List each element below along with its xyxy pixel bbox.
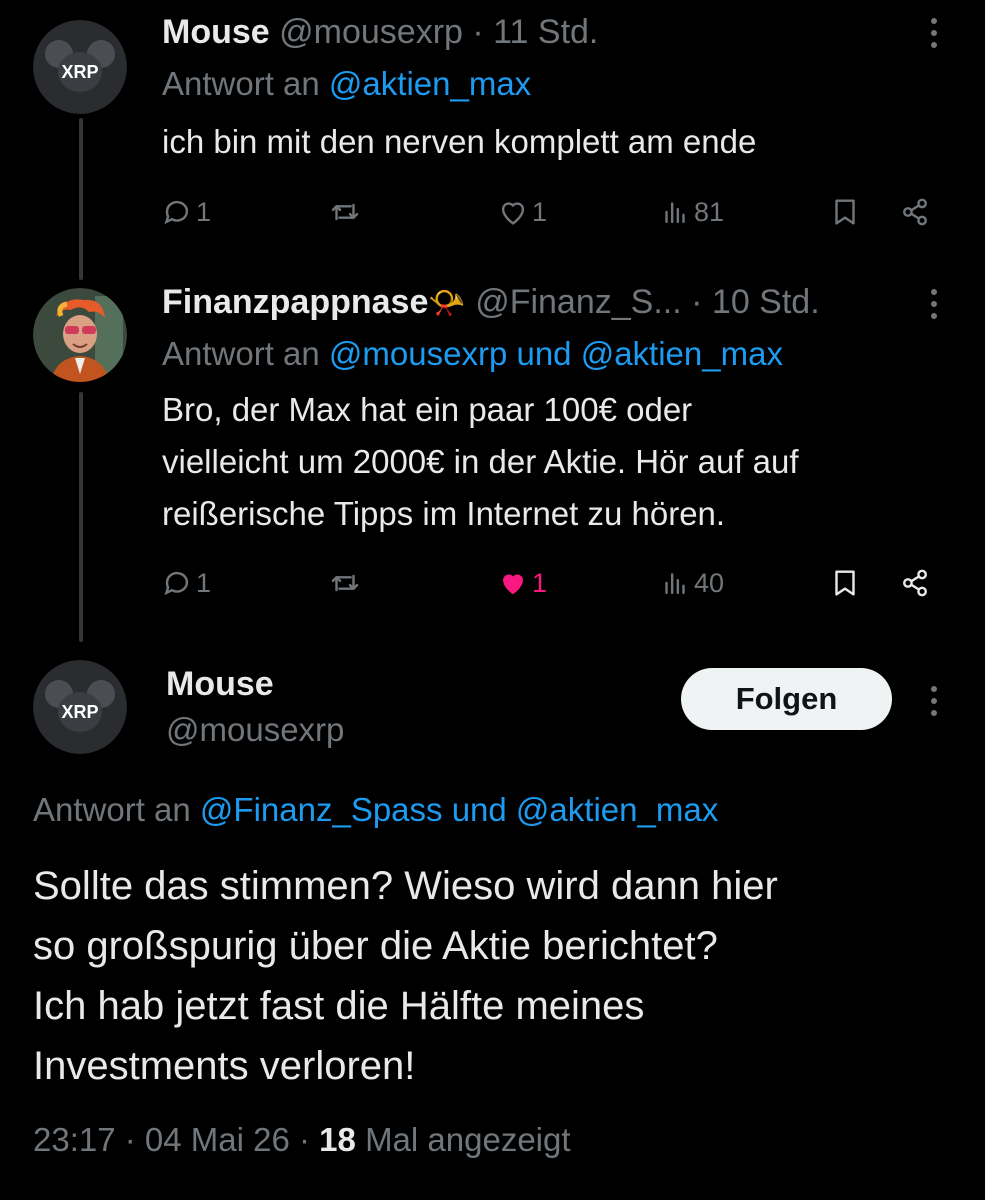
share-icon <box>903 198 927 226</box>
bookmark-icon <box>835 570 855 596</box>
display-name[interactable]: Finanzpappnase <box>162 283 428 321</box>
reply-mention[interactable]: @aktien_max <box>329 65 531 102</box>
horn-emoji-icon: 📯 <box>428 287 466 320</box>
follow-button[interactable]: Folgen <box>681 668 892 730</box>
avatar[interactable]: XRP <box>33 660 127 754</box>
views-icon <box>665 573 685 595</box>
thread-line <box>79 118 83 280</box>
reply-count: 1 <box>196 567 212 598</box>
user-handle[interactable]: @mousexrp <box>166 710 344 750</box>
like-count: 1 <box>532 196 548 227</box>
more-options-icon[interactable] <box>928 18 940 48</box>
views-label: Mal angezeigt <box>365 1121 571 1158</box>
display-name[interactable]: Mouse <box>166 664 274 704</box>
tweet-text-line: vielleicht um 2000€ in der Aktie. Hör au… <box>162 443 799 480</box>
more-options-icon[interactable] <box>928 686 940 716</box>
reply-button[interactable]: 1 <box>160 561 211 605</box>
views-count: 40 <box>694 567 725 598</box>
timestamp[interactable]: 23:17 · 04 Mai 26 · <box>33 1121 310 1158</box>
tweet-time[interactable]: · 10 Std. <box>691 283 820 321</box>
views-button[interactable]: 40 <box>658 561 724 605</box>
tweet-text-line: Investments verloren! <box>33 1044 416 1088</box>
reply-icon <box>164 571 189 596</box>
heart-icon <box>501 202 525 225</box>
views-count: 18 <box>319 1121 356 1158</box>
reply-context: Antwort an @Finanz_Spass und @aktien_max <box>33 790 718 830</box>
display-name[interactable]: Mouse <box>162 13 270 51</box>
tweet-header: Finanzpappnase📯 @Finanz_S... · 10 Std. <box>162 282 820 324</box>
share-button[interactable] <box>898 190 932 234</box>
avatar[interactable] <box>33 288 127 382</box>
repost-icon <box>331 203 359 221</box>
views-icon <box>665 202 685 224</box>
like-button[interactable]: 1 <box>496 561 547 605</box>
reply-button[interactable]: 1 <box>160 190 211 234</box>
tweet-text-line: so großspurig über die Aktie berichtet? <box>33 924 718 968</box>
reply-icon <box>164 200 189 225</box>
svg-text:XRP: XRP <box>61 62 98 82</box>
tweet-text-line: Ich hab jetzt fast die Hälfte meines <box>33 984 645 1028</box>
reply-mention[interactable]: @mousexrp und @aktien_max <box>329 335 783 372</box>
svg-text:XRP: XRP <box>61 702 98 722</box>
tweet-time[interactable]: · 11 Std. <box>472 13 598 51</box>
bookmark-icon <box>835 199 855 225</box>
action-bar: 1 1 40 <box>160 561 940 605</box>
tweet-text: ich bin mit den nerven komplett am ende <box>162 123 757 160</box>
heart-filled-icon <box>503 574 523 595</box>
reply-context: Antwort an @mousexrp und @aktien_max <box>162 334 783 374</box>
tweet-text: Bro, der Max hat ein paar 100€ oder viel… <box>162 384 799 540</box>
reply-prefix: Antwort an <box>162 335 320 372</box>
like-count: 1 <box>532 567 548 598</box>
views-count: 81 <box>694 196 725 227</box>
reply-prefix: Antwort an <box>33 791 191 828</box>
tweet-text-line: Sollte das stimmen? Wieso wird dann hier <box>33 864 778 908</box>
main-tweet-text: Sollte das stimmen? Wieso wird dann hier… <box>33 856 963 1096</box>
reply-count: 1 <box>196 196 212 227</box>
tweet-header: Mouse @mousexrp · 11 Std. <box>162 12 598 52</box>
reply-context: Antwort an @aktien_max <box>162 64 531 104</box>
action-bar: 1 1 81 <box>160 190 940 234</box>
tweet-meta: 23:17 · 04 Mai 26 · 18 Mal angezeigt <box>33 1118 571 1162</box>
repost-icon <box>331 574 359 592</box>
more-options-icon[interactable] <box>928 289 940 319</box>
share-button[interactable] <box>898 561 932 605</box>
views-button[interactable]: 81 <box>658 190 724 234</box>
tweet-text-line: Bro, der Max hat ein paar 100€ oder <box>162 391 693 428</box>
avatar[interactable]: XRP <box>33 20 127 114</box>
repost-button[interactable] <box>328 190 362 234</box>
bookmark-button[interactable] <box>828 190 862 234</box>
like-button[interactable]: 1 <box>496 190 547 234</box>
share-icon <box>903 569 927 597</box>
reply-mention[interactable]: @Finanz_Spass und @aktien_max <box>200 791 718 828</box>
bookmark-button[interactable] <box>828 561 862 605</box>
tweet-text-line: reißerische Tipps im Internet zu hören. <box>162 495 726 532</box>
repost-button[interactable] <box>328 561 362 605</box>
user-handle[interactable]: @mousexrp <box>279 13 463 51</box>
reply-prefix: Antwort an <box>162 65 320 102</box>
user-handle[interactable]: @Finanz_S... <box>475 283 682 321</box>
thread-line <box>79 392 83 642</box>
